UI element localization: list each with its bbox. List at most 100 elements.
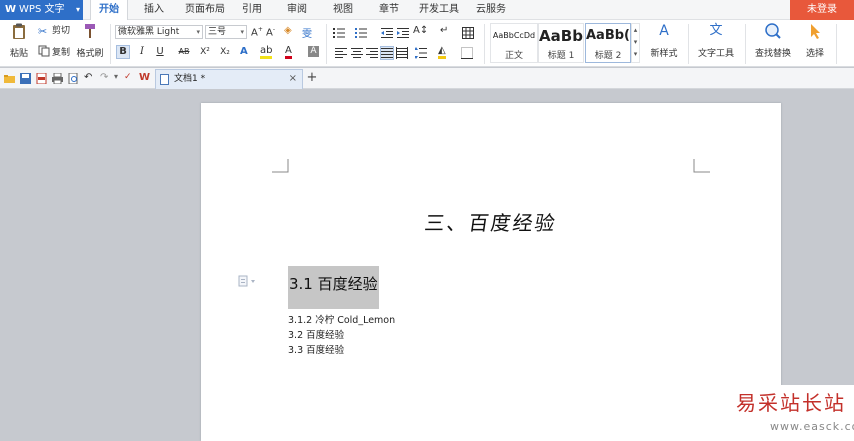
underline-button[interactable]: U	[153, 45, 167, 59]
style-gallery-scroll[interactable]: ▴ ▾ ▾	[631, 23, 640, 63]
divider	[484, 24, 485, 64]
bold-button[interactable]: B	[116, 45, 130, 59]
font-size-select[interactable]: 三号 ▾	[205, 25, 247, 39]
new-style-button[interactable]: A 新样式	[645, 22, 683, 59]
char-shading-icon[interactable]: A	[308, 46, 319, 57]
tab-home[interactable]: 开始	[90, 0, 128, 20]
font-name-value: 微软雅黑 Light	[118, 27, 180, 37]
find-replace-button[interactable]: 查找替换	[750, 22, 796, 59]
login-button[interactable]: 未登录	[790, 0, 854, 20]
superscript-button[interactable]: X²	[198, 45, 212, 59]
align-right-icon[interactable]	[366, 47, 378, 59]
borders-icon[interactable]	[461, 47, 473, 59]
style-name: 标题 1	[547, 51, 575, 61]
open-folder-icon[interactable]	[4, 73, 15, 84]
format-painter-button[interactable]: 格式刷	[75, 22, 105, 59]
document-tab[interactable]: 文档1 * ×	[155, 69, 303, 89]
wps-home-icon[interactable]: W	[139, 72, 150, 83]
print-preview-icon[interactable]	[68, 73, 79, 84]
style-heading-2[interactable]: AaBb( 标题 2	[585, 23, 631, 63]
tab-developer[interactable]: 开发工具	[413, 0, 465, 20]
undo-icon[interactable]: ↶	[84, 72, 92, 83]
pin-icon[interactable]: ✓	[124, 72, 132, 82]
chevron-down-icon[interactable]: ▾	[114, 72, 118, 81]
chapter-title: 三、百度经验	[423, 211, 559, 235]
chinese-layout-icon[interactable]: A↕	[413, 25, 428, 36]
clear-format-icon[interactable]: ◈	[284, 25, 292, 36]
tab-insert[interactable]: 插入	[136, 0, 172, 20]
cut-button[interactable]: ✂ 剪切	[38, 24, 70, 38]
show-marks-icon[interactable]: ↵	[440, 25, 448, 36]
style-name: 正文	[504, 51, 523, 61]
justify-icon[interactable]	[380, 46, 394, 60]
search-icon	[765, 23, 781, 39]
numbering-icon[interactable]	[355, 27, 367, 39]
ribbon: 粘贴 ✂ 剪切 复制 格式刷 微软雅黑 Light ▾ 三号 ▾ A+ A- ◈ 雯 …	[0, 20, 854, 67]
tab-references[interactable]: 引用	[236, 0, 268, 20]
bullets-icon[interactable]	[333, 27, 345, 39]
strikethrough-button[interactable]: AB	[175, 45, 193, 59]
font-name-select[interactable]: 微软雅黑 Light ▾	[115, 25, 203, 39]
paintbrush-icon	[85, 24, 95, 38]
highlight-icon[interactable]: ab	[260, 46, 273, 59]
close-icon[interactable]: ×	[289, 70, 297, 88]
font-color-icon[interactable]: A	[285, 46, 292, 59]
redo-icon[interactable]: ↷	[100, 72, 108, 83]
style-sample: AaBb	[539, 27, 583, 45]
app-name: WPS 文字	[19, 4, 65, 15]
distributed-icon[interactable]	[396, 47, 408, 59]
print-icon[interactable]	[52, 73, 63, 84]
shrink-font-icon[interactable]: A-	[266, 26, 275, 38]
tab-review[interactable]: 审阅	[281, 0, 313, 20]
divider	[326, 24, 327, 64]
shading-icon[interactable]: ◭	[438, 46, 446, 59]
wps-logo-icon: W	[5, 4, 17, 15]
divider	[836, 24, 837, 64]
paragraph-line[interactable]: 3.3 百度经验	[288, 342, 344, 356]
paragraph-line[interactable]: 3.2 百度经验	[288, 327, 344, 341]
document-icon	[160, 74, 169, 85]
cut-label: 剪切	[52, 26, 71, 36]
heading-selected[interactable]: 3.1 百度经验	[288, 266, 379, 309]
margin-corner-mark	[272, 159, 289, 173]
text-effect-icon[interactable]: A	[240, 46, 248, 57]
tab-chapter[interactable]: 章节	[373, 0, 405, 20]
decrease-indent-icon[interactable]	[381, 27, 393, 39]
document-tab-title: 文档1 *	[174, 74, 206, 84]
table-icon[interactable]	[462, 27, 474, 39]
scissors-icon: ✂	[38, 25, 48, 38]
select-button[interactable]: 选择	[800, 22, 830, 59]
line-spacing-icon[interactable]	[415, 47, 427, 59]
chevron-down-icon: ▾	[240, 28, 244, 36]
italic-button[interactable]: I	[135, 45, 149, 59]
divider	[688, 24, 689, 64]
cursor-icon	[811, 24, 820, 39]
increase-indent-icon[interactable]	[397, 27, 409, 39]
tab-cloud[interactable]: 云服务	[471, 0, 511, 20]
find-replace-label: 查找替换	[754, 49, 791, 59]
style-heading-1[interactable]: AaBb 标题 1	[538, 23, 584, 63]
subscript-button[interactable]: X₂	[218, 45, 232, 59]
app-menu-button[interactable]: W WPS 文字 ▾	[0, 0, 83, 20]
paragraph-handle-icon[interactable]	[238, 275, 258, 287]
align-left-icon[interactable]	[335, 47, 347, 59]
text-tools-button[interactable]: 文 文字工具	[693, 22, 739, 59]
copy-button[interactable]: 复制	[38, 45, 70, 59]
menu-bar: W WPS 文字 ▾ 开始 插入 页面布局 引用 审阅 视图 章节 开发工具 云服…	[0, 0, 854, 20]
style-normal[interactable]: AaBbCcDd 正文	[490, 23, 538, 63]
document-page[interactable]: 三、百度经验 3.1 百度经验 3.1.2 冷柠 Cold_Lemon 3.2 …	[201, 103, 781, 441]
export-pdf-icon[interactable]	[36, 73, 47, 84]
phonetic-guide-icon[interactable]: 雯	[302, 25, 312, 40]
clipboard-icon	[13, 23, 25, 39]
grow-font-icon[interactable]: A+	[251, 26, 263, 38]
tab-view[interactable]: 视图	[327, 0, 359, 20]
save-icon[interactable]	[20, 73, 31, 84]
paste-button[interactable]: 粘贴	[4, 22, 34, 59]
paste-label: 粘贴	[9, 49, 28, 59]
align-center-icon[interactable]	[351, 47, 363, 59]
paragraph-line[interactable]: 3.1.2 冷柠 Cold_Lemon	[288, 312, 395, 326]
tab-page-layout[interactable]: 页面布局	[180, 0, 230, 20]
text-tools-icon: 文	[709, 23, 723, 38]
margin-corner-mark	[693, 159, 710, 173]
new-tab-button[interactable]: +	[306, 70, 318, 86]
